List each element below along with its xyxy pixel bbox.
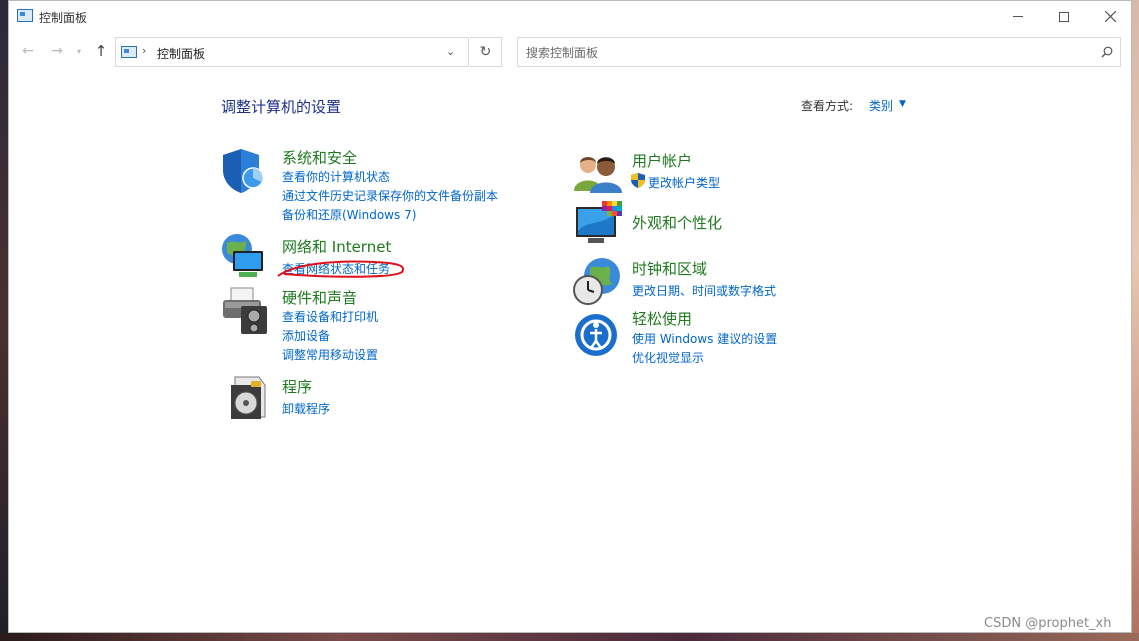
category-title-programs[interactable]: 程序 xyxy=(282,376,312,397)
breadcrumb-separator[interactable]: › xyxy=(142,44,146,57)
control-panel-window: 控制面板 ← → ▾ ↑ › 控制面板 ⌄ ↻ 调整计算机的设置 查看方式: 类… xyxy=(8,0,1132,633)
breadcrumb[interactable]: 控制面板 xyxy=(157,45,205,62)
view-by-dropdown[interactable]: 类别 xyxy=(869,97,893,114)
category-title-appearance-personalization[interactable]: 外观和个性化 xyxy=(632,212,722,233)
forward-button[interactable]: → xyxy=(47,41,67,61)
link-change-date-time-format[interactable]: 更改日期、时间或数字格式 xyxy=(632,282,776,299)
desktop-background-left xyxy=(0,0,8,641)
desktop-background-bottom xyxy=(0,633,1139,641)
chevron-down-icon: ▾ xyxy=(76,46,81,56)
printer-icon[interactable] xyxy=(219,286,269,336)
uac-shield-icon xyxy=(631,173,645,188)
category-title-hardware-sound[interactable]: 硬件和声音 xyxy=(282,287,357,308)
minimize-icon xyxy=(1013,16,1023,17)
maximize-button[interactable] xyxy=(1041,1,1087,32)
link-windows-recommended-settings[interactable]: 使用 Windows 建议的设置 xyxy=(632,330,777,347)
maximize-icon xyxy=(1059,11,1069,22)
clock-globe-icon[interactable] xyxy=(572,256,622,306)
page-title: 调整计算机的设置 xyxy=(221,98,342,116)
close-icon xyxy=(1104,11,1116,22)
users-icon[interactable] xyxy=(574,149,624,199)
category-title-user-accounts[interactable]: 用户帐户 xyxy=(632,150,692,171)
red-annotation-underline xyxy=(277,260,404,278)
link-add-device[interactable]: 添加设备 xyxy=(282,327,330,344)
arrow-left-icon: ← xyxy=(22,43,34,59)
window-title: 控制面板 xyxy=(39,11,88,25)
link-mobility-settings[interactable]: 调整常用移动设置 xyxy=(282,346,378,363)
title-bar[interactable]: 控制面板 xyxy=(9,1,1131,32)
link-backup-restore[interactable]: 备份和还原(Windows 7) xyxy=(282,206,416,223)
category-title-system-security[interactable]: 系统和安全 xyxy=(282,147,357,168)
link-devices-printers[interactable]: 查看设备和打印机 xyxy=(282,308,378,325)
view-by-label: 查看方式: xyxy=(801,99,854,113)
close-button[interactable] xyxy=(1087,1,1133,32)
refresh-icon: ↻ xyxy=(479,44,492,60)
back-button[interactable]: ← xyxy=(18,41,38,61)
refresh-button[interactable]: ↻ xyxy=(470,37,502,67)
address-bar[interactable]: › 控制面板 ⌄ xyxy=(115,37,469,67)
caret-down-icon[interactable]: ▼ xyxy=(899,99,906,109)
minimize-button[interactable] xyxy=(995,1,1041,32)
category-title-ease-of-access[interactable]: 轻松使用 xyxy=(632,308,692,329)
search-box[interactable] xyxy=(517,37,1121,67)
arrow-up-icon: ↑ xyxy=(94,42,108,60)
network-icon[interactable] xyxy=(219,231,269,281)
link-change-account-type[interactable]: 更改帐户类型 xyxy=(648,174,720,191)
programs-icon[interactable] xyxy=(221,373,271,423)
search-icon[interactable] xyxy=(1101,46,1113,58)
desktop-background-right xyxy=(1132,0,1139,641)
search-input[interactable] xyxy=(526,44,1086,62)
link-file-history-backup[interactable]: 通过文件历史记录保存你的文件备份副本 xyxy=(282,187,498,204)
address-dropdown-icon[interactable]: ⌄ xyxy=(446,45,455,58)
recent-locations-button[interactable]: ▾ xyxy=(73,41,85,61)
control-panel-icon xyxy=(17,9,33,22)
control-panel-icon xyxy=(121,46,137,58)
link-uninstall-program[interactable]: 卸载程序 xyxy=(282,400,330,417)
arrow-right-icon: → xyxy=(51,43,63,59)
link-optimize-visual-display[interactable]: 优化视觉显示 xyxy=(632,349,704,366)
link-view-computer-status[interactable]: 查看你的计算机状态 xyxy=(282,168,390,185)
category-title-clock-region[interactable]: 时钟和区域 xyxy=(632,258,707,279)
monitor-palette-icon[interactable] xyxy=(574,201,624,251)
shield-icon[interactable] xyxy=(219,146,269,196)
watermark: CSDN @prophet_xh xyxy=(984,616,1112,631)
up-button[interactable]: ↑ xyxy=(91,41,111,61)
accessibility-icon[interactable] xyxy=(574,311,624,361)
